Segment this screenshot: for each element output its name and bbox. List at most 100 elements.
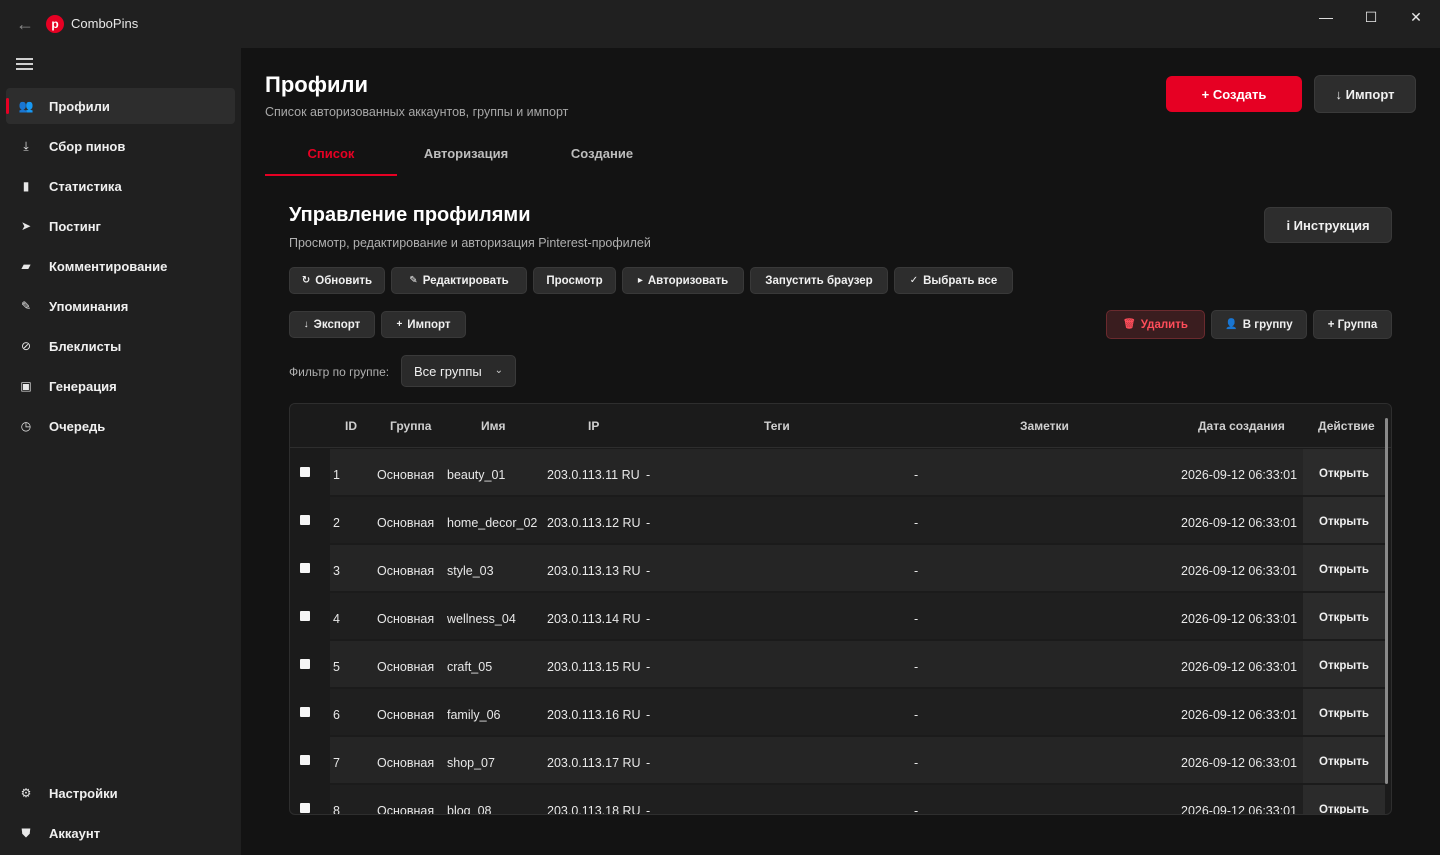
- group-filter-select[interactable]: Все группы ⌄: [401, 355, 516, 387]
- table-row[interactable]: 6 Основная family_06 203.0.113.16 RU - -2026-…: [330, 689, 1303, 735]
- refresh-button[interactable]: ↻ Обновить: [289, 267, 385, 294]
- delete-label: Удалить: [1140, 318, 1188, 331]
- back-arrow-icon[interactable]: ←: [14, 13, 36, 35]
- table-row[interactable]: 7 Основная shop_07 203.0.113.17 RU - -2026-09…: [330, 737, 1303, 783]
- cell-date: 2026-09-12 06:33:01: [1181, 516, 1298, 530]
- action-cell: Открыть: [1303, 545, 1385, 591]
- hamburger-menu-icon[interactable]: [14, 55, 36, 75]
- launch-browser-button[interactable]: Запустить браузер: [750, 267, 888, 294]
- table-row[interactable]: 8 Основная blog_08 203.0.113.18 RU - -2026-09…: [330, 785, 1303, 815]
- row-checkbox[interactable]: [300, 707, 310, 717]
- maximize-button[interactable]: ☐: [1348, 0, 1394, 34]
- instruction-button[interactable]: i Инструкция: [1264, 207, 1392, 243]
- sidebar-item-settings[interactable]: ⚙ Настройки: [6, 775, 235, 811]
- row-checkbox[interactable]: [300, 659, 310, 669]
- tab-list[interactable]: Список: [265, 144, 397, 176]
- view-button[interactable]: Просмотр: [533, 267, 616, 294]
- edit-button[interactable]: ✎ Редактировать: [391, 267, 527, 294]
- col-tags[interactable]: Теги: [764, 419, 790, 433]
- title-bar: ← p ComboPins — ☐ ✕: [0, 0, 1440, 48]
- bar-chart-icon: ▮: [22, 179, 30, 193]
- cell-tags: -: [646, 708, 651, 722]
- open-button[interactable]: Открыть: [1303, 756, 1385, 768]
- tab-creation[interactable]: Создание: [537, 144, 667, 176]
- cell-ip: 203.0.113.16 RU: [547, 708, 641, 722]
- cell-group: Основная: [377, 612, 435, 626]
- row-checkbox[interactable]: [300, 467, 310, 477]
- cell-ip: 203.0.113.18 RU: [547, 804, 641, 815]
- table-row[interactable]: 5 Основная craft_05 203.0.113.15 RU - -2026-0…: [330, 641, 1303, 687]
- cell-name: beauty_01: [447, 468, 506, 482]
- cell-id: 2: [333, 516, 340, 530]
- export-button[interactable]: ↓ Экспорт: [289, 311, 375, 338]
- col-name[interactable]: Имя: [481, 419, 506, 433]
- page-subtitle: Список авторизованных аккаунтов, группы …: [265, 105, 569, 119]
- row-checkbox[interactable]: [300, 515, 310, 525]
- play-icon: ▸: [637, 275, 643, 286]
- sidebar-item-account[interactable]: ⛊ Аккаунт: [6, 815, 235, 851]
- open-button[interactable]: Открыть: [1303, 564, 1385, 576]
- sidebar-item-label: Комментирование: [49, 258, 168, 274]
- import-button[interactable]: ↓ Импорт: [1314, 75, 1416, 113]
- import-small-button[interactable]: + Импорт: [381, 311, 466, 338]
- table-row[interactable]: 1 Основная beauty_01 203.0.113.11 RU - -2026-…: [330, 449, 1303, 495]
- sidebar-item-pin-collect[interactable]: ⤓ Сбор пинов: [6, 128, 235, 164]
- row-checkbox[interactable]: [300, 611, 310, 621]
- add-group-button[interactable]: + Группа: [1313, 310, 1392, 339]
- to-group-button[interactable]: 👤 В группу: [1211, 310, 1307, 339]
- col-group[interactable]: Группа: [390, 419, 431, 433]
- sidebar-item-mentions[interactable]: ✎ Упоминания: [6, 288, 235, 324]
- cell-group: Основная: [377, 660, 435, 674]
- open-button[interactable]: Открыть: [1303, 804, 1385, 814]
- import-small-label: Импорт: [407, 318, 451, 331]
- sidebar-item-generation[interactable]: ▣ Генерация: [6, 368, 235, 404]
- table-scrollbar[interactable]: [1385, 418, 1388, 784]
- sidebar-item-queue[interactable]: ◷ Очередь: [6, 408, 235, 444]
- sidebar-item-label: Блеклисты: [49, 338, 122, 354]
- cell-ip: 203.0.113.12 RU: [547, 516, 641, 530]
- send-icon: ➤: [20, 219, 32, 233]
- sidebar-item-label: Очередь: [49, 418, 106, 434]
- table-row[interactable]: 4 Основная wellness_04 203.0.113.14 RU - -202…: [330, 593, 1303, 639]
- col-ip[interactable]: IP: [588, 419, 599, 433]
- open-button[interactable]: Открыть: [1303, 468, 1385, 480]
- action-cell: Открыть: [1303, 593, 1385, 639]
- open-button[interactable]: Открыть: [1303, 708, 1385, 720]
- sidebar-item-statistics[interactable]: ▮ Статистика: [6, 168, 235, 204]
- group-filter-value: Все группы: [414, 363, 482, 379]
- tab-authorization[interactable]: Авторизация: [401, 144, 531, 176]
- sidebar-item-label: Аккаунт: [49, 825, 101, 841]
- open-button[interactable]: Открыть: [1303, 612, 1385, 624]
- row-checkbox[interactable]: [300, 803, 310, 813]
- col-notes[interactable]: Заметки: [1020, 419, 1069, 433]
- open-button[interactable]: Открыть: [1303, 660, 1385, 672]
- row-checkbox[interactable]: [300, 563, 310, 573]
- authorize-label: Авторизовать: [647, 274, 729, 287]
- sidebar-item-profiles[interactable]: 👥 Профили: [6, 88, 235, 124]
- cell-name: craft_05: [447, 660, 493, 674]
- cell-group: Основная: [377, 804, 435, 815]
- edit-icon: ✎: [409, 275, 418, 286]
- row-checkbox[interactable]: [300, 755, 310, 765]
- open-button[interactable]: Открыть: [1303, 516, 1385, 528]
- select-all-button[interactable]: ✓ Выбрать все: [894, 267, 1013, 294]
- cell-notes: -: [914, 612, 919, 626]
- sidebar-item-label: Сбор пинов: [49, 138, 126, 154]
- sidebar-item-label: Постинг: [49, 218, 101, 234]
- minimize-button[interactable]: —: [1303, 0, 1349, 34]
- table-row[interactable]: 3 Основная style_03 203.0.113.13 RU - -2026-0…: [330, 545, 1303, 591]
- authorize-button[interactable]: ▸ Авторизовать: [622, 267, 744, 294]
- create-button[interactable]: + Создать: [1166, 76, 1302, 112]
- col-id[interactable]: ID: [345, 419, 357, 433]
- close-window-button[interactable]: ✕: [1393, 0, 1439, 34]
- col-created[interactable]: Дата создания: [1198, 419, 1285, 433]
- refresh-label: Обновить: [315, 274, 373, 287]
- delete-button[interactable]: 🗑 Удалить: [1106, 310, 1205, 339]
- cell-id: 1: [333, 468, 340, 482]
- cell-name: style_03: [447, 564, 494, 578]
- sidebar-item-commenting[interactable]: ▰ Комментирование: [6, 248, 235, 284]
- sidebar-item-posting[interactable]: ➤ Постинг: [6, 208, 235, 244]
- profiles-table: ID Группа Имя IP Теги Заметки Дата созда…: [289, 403, 1392, 815]
- sidebar-item-blacklists[interactable]: ⊘ Блеклисты: [6, 328, 235, 364]
- table-row[interactable]: 2 Основная home_decor_02 203.0.113.12 RU - -2…: [330, 497, 1303, 543]
